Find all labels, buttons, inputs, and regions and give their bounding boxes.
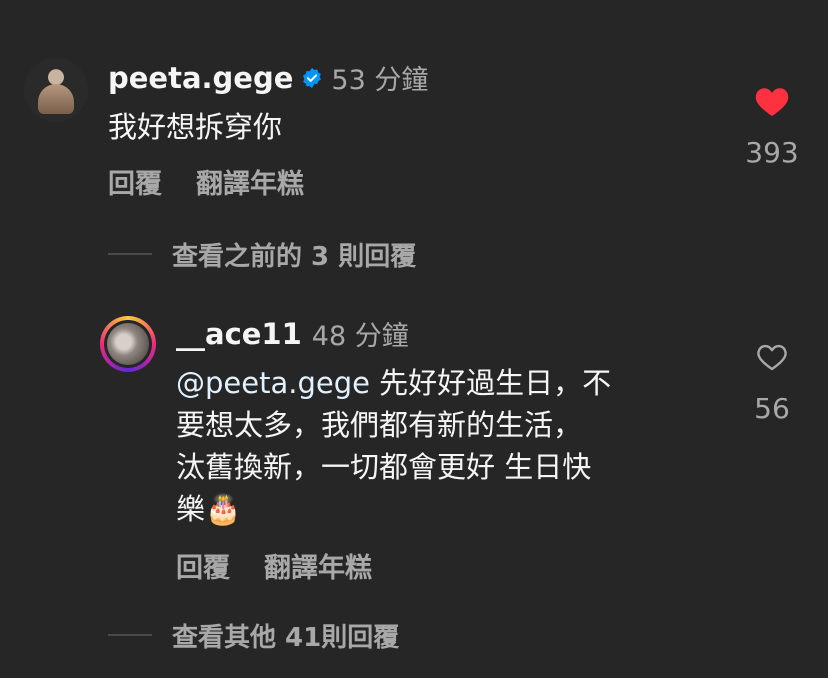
view-more-replies[interactable]: 查看其他 41則回覆 [172, 617, 399, 654]
comment-text: 我好想拆穿你 [108, 110, 283, 144]
reply-button[interactable]: 回覆 [176, 546, 230, 585]
comment-header: __ace11 48 分鐘 [176, 314, 409, 353]
avatar[interactable] [100, 316, 156, 372]
comment-actions: 回覆 翻譯年糕 [108, 162, 304, 201]
comment-header: peeta.gege 53 分鐘 [108, 58, 428, 97]
heart-outline-icon[interactable] [756, 342, 788, 372]
comment-time: 48 分鐘 [311, 321, 409, 352]
translate-button[interactable]: 翻譯年糕 [264, 546, 372, 585]
comment-text: @peeta.gege 先好好過生日，不 要想太多，我們都有新的生活， 汰舊換新… [176, 362, 716, 530]
comment-text-line: 汰舊換新，一切都會更好 生日快 [176, 450, 592, 484]
comment-time: 53 分鐘 [331, 65, 429, 96]
divider-line [108, 634, 152, 636]
comment-text-line: 先好好過生日，不 [379, 366, 612, 400]
divider-line [108, 253, 152, 255]
like-count: 393 [745, 136, 799, 169]
username[interactable]: __ace11 [176, 317, 302, 351]
verified-badge-icon [303, 67, 322, 88]
cake-emoji: 🎂 [205, 492, 242, 526]
comment-text-line: 要想太多，我們都有新的生活， [176, 408, 583, 442]
comment-actions: 回覆 翻譯年糕 [176, 546, 372, 585]
username[interactable]: peeta.gege [108, 61, 293, 95]
translate-button[interactable]: 翻譯年糕 [196, 162, 304, 201]
heart-filled-icon[interactable] [754, 84, 790, 118]
comment-text-line: 樂 [176, 492, 206, 526]
reply-button[interactable]: 回覆 [108, 162, 162, 201]
mention-link[interactable]: @peeta.gege [176, 366, 370, 400]
like-count: 56 [754, 392, 790, 425]
avatar[interactable] [24, 58, 88, 122]
view-previous-replies[interactable]: 查看之前的 3 則回覆 [172, 236, 416, 273]
